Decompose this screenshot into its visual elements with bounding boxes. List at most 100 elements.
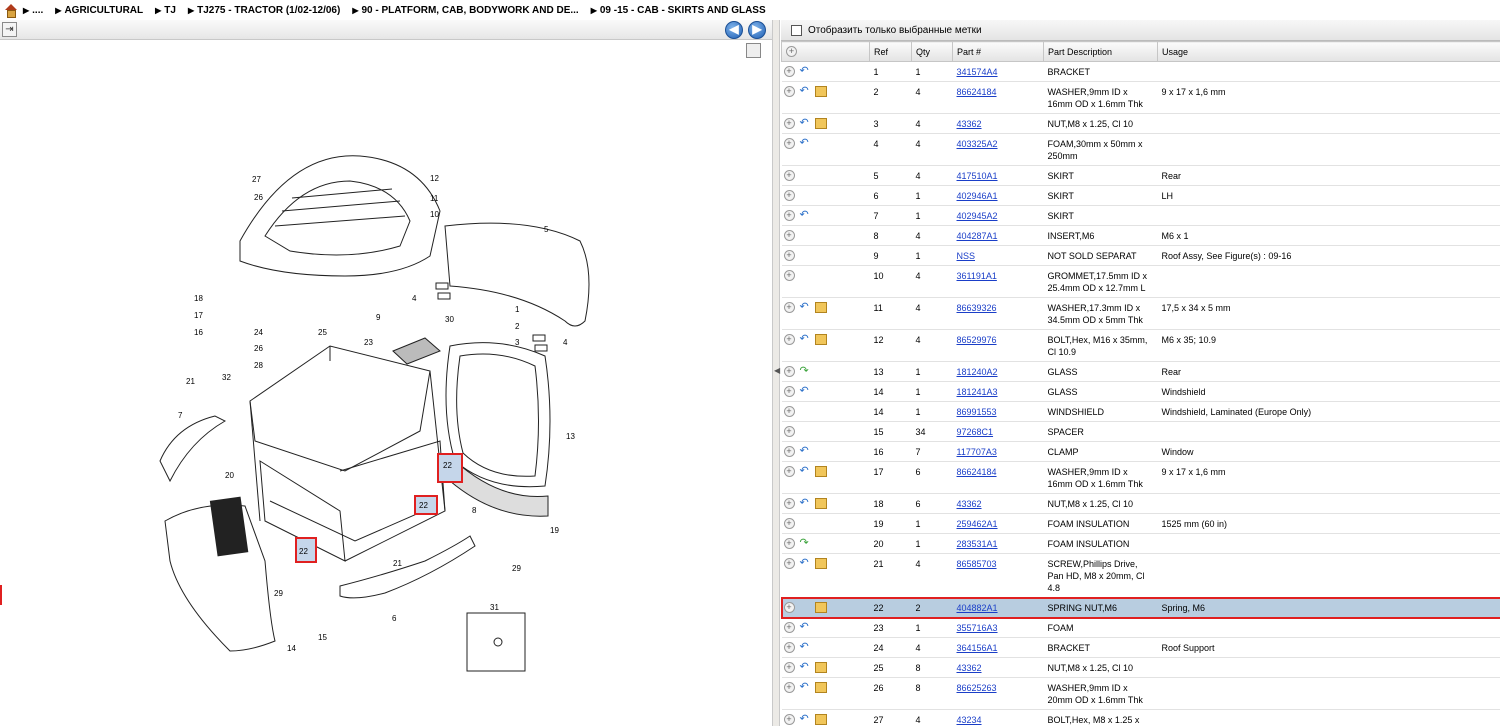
callout-label[interactable]: 7 bbox=[178, 411, 183, 420]
table-row[interactable]: +↶44403325A2FOAM,30mm x 50mm x 250mm bbox=[782, 134, 1500, 166]
callout-label[interactable]: 5 bbox=[544, 225, 549, 234]
part-number-link[interactable]: 181241A3 bbox=[957, 387, 998, 397]
table-row[interactable]: +↶2486624184WASHER,9mm ID x 16mm OD x 1.… bbox=[782, 82, 1500, 114]
breadcrumb-item[interactable]: ▶09 -15 - CAB - SKIRTS AND GLASS bbox=[591, 5, 766, 16]
column-header-part[interactable]: Part # bbox=[953, 42, 1044, 62]
table-row[interactable]: +↶11486639326WASHER,17.3mm ID x 34.5mm O… bbox=[782, 298, 1500, 330]
part-number-link[interactable]: 86585703 bbox=[957, 559, 997, 569]
header-icons[interactable]: + bbox=[782, 42, 870, 62]
breadcrumb-item[interactable]: ▶TJ275 - TRACTOR (1/02-12/06) bbox=[188, 5, 340, 16]
supersede-arrow-icon[interactable]: ↷ bbox=[800, 366, 812, 377]
part-number-link[interactable]: 86529976 bbox=[957, 335, 997, 345]
back-button[interactable]: ◀ bbox=[725, 21, 743, 39]
expand-row-icon[interactable]: + bbox=[784, 498, 795, 509]
table-row[interactable]: +↶18643362NUT,M8 x 1.25, Cl 10 bbox=[782, 494, 1500, 514]
part-number-link[interactable]: 117707A3 bbox=[957, 447, 997, 457]
package-icon[interactable] bbox=[815, 662, 827, 673]
table-row[interactable]: +↶231355716A3FOAM bbox=[782, 618, 1500, 638]
callout-label[interactable]: 3 bbox=[515, 338, 520, 347]
table-row[interactable]: +104361191A1GROMMET,17.5mm ID x 25.4mm O… bbox=[782, 266, 1500, 298]
replace-arrow-icon[interactable]: ↶ bbox=[800, 642, 812, 653]
part-number-link[interactable]: 283531A1 bbox=[957, 539, 998, 549]
callout-label[interactable]: 29 bbox=[512, 564, 521, 573]
replace-arrow-icon[interactable]: ↶ bbox=[800, 498, 812, 509]
column-header-description[interactable]: Part Description bbox=[1044, 42, 1158, 62]
part-number-link[interactable]: 181240A2 bbox=[957, 367, 998, 377]
package-icon[interactable] bbox=[815, 466, 827, 477]
replace-arrow-icon[interactable]: ↶ bbox=[800, 446, 812, 457]
table-row[interactable]: +54417510A1SKIRTRear bbox=[782, 166, 1500, 186]
package-icon[interactable] bbox=[815, 682, 827, 693]
expand-row-icon[interactable]: + bbox=[784, 642, 795, 653]
callout-label[interactable]: 25 bbox=[318, 328, 327, 337]
expand-row-icon[interactable]: + bbox=[784, 662, 795, 673]
callout-label[interactable]: 9 bbox=[376, 313, 381, 322]
table-row[interactable]: +222404882A1SPRING NUT,M6Spring, M6 bbox=[782, 598, 1500, 618]
part-number-link[interactable]: 86624184 bbox=[957, 87, 997, 97]
replace-arrow-icon[interactable]: ↶ bbox=[800, 466, 812, 477]
callout-label[interactable]: 20 bbox=[225, 471, 234, 480]
part-number-link[interactable]: 43362 bbox=[957, 663, 982, 673]
table-row[interactable]: +153497268C1SPACER bbox=[782, 422, 1500, 442]
expand-row-icon[interactable]: + bbox=[784, 602, 795, 613]
package-icon[interactable] bbox=[815, 558, 827, 569]
expand-row-icon[interactable]: + bbox=[784, 302, 795, 313]
part-number-link[interactable]: 86639326 bbox=[957, 303, 997, 313]
table-row[interactable]: +61402946A1SKIRTLH bbox=[782, 186, 1500, 206]
callout-label[interactable]: 23 bbox=[364, 338, 373, 347]
replace-arrow-icon[interactable]: ↶ bbox=[800, 662, 812, 673]
callout-label[interactable]: 30 bbox=[445, 315, 454, 324]
expand-row-icon[interactable]: + bbox=[784, 138, 795, 149]
table-row[interactable]: +↶244364156A1BRACKETRoof Support bbox=[782, 638, 1500, 658]
replace-arrow-icon[interactable]: ↶ bbox=[800, 334, 812, 345]
expand-all-icon[interactable]: + bbox=[786, 46, 797, 57]
callout-label[interactable]: 15 bbox=[318, 633, 327, 642]
callout-label[interactable]: 29 bbox=[274, 589, 283, 598]
column-header-qty[interactable]: Qty bbox=[912, 42, 953, 62]
expand-row-icon[interactable]: + bbox=[784, 386, 795, 397]
breadcrumb-item[interactable]: ▶90 - PLATFORM, CAB, BODYWORK AND DE... bbox=[352, 5, 578, 16]
callout-label[interactable]: 21 bbox=[393, 559, 402, 568]
expand-row-icon[interactable]: + bbox=[784, 66, 795, 77]
part-number-link[interactable]: 403325A2 bbox=[957, 139, 998, 149]
table-row[interactable]: +↶3443362NUT,M8 x 1.25, Cl 10 bbox=[782, 114, 1500, 134]
package-icon[interactable] bbox=[815, 86, 827, 97]
replace-arrow-icon[interactable]: ↶ bbox=[800, 714, 812, 725]
replace-arrow-icon[interactable]: ↶ bbox=[800, 86, 812, 97]
expand-row-icon[interactable]: + bbox=[784, 270, 795, 281]
table-row[interactable]: +↶27443234BOLT,Hex, M8 x 1.25 x 25mm, Cl… bbox=[782, 710, 1500, 727]
replace-arrow-icon[interactable]: ↶ bbox=[800, 118, 812, 129]
scroll-corner[interactable] bbox=[746, 43, 761, 58]
expand-row-icon[interactable]: + bbox=[784, 558, 795, 569]
table-row[interactable]: +↶141181241A3GLASSWindshield bbox=[782, 382, 1500, 402]
expand-row-icon[interactable]: + bbox=[784, 426, 795, 437]
expand-row-icon[interactable]: + bbox=[784, 714, 795, 725]
part-number-link[interactable]: 86991553 bbox=[957, 407, 997, 417]
callout-label[interactable]: 32 bbox=[222, 373, 231, 382]
callout-label[interactable]: 18 bbox=[194, 294, 203, 303]
collapse-left-icon[interactable]: ◀ bbox=[774, 366, 780, 380]
table-row[interactable]: +191259462A1FOAM INSULATION1525 mm (60 i… bbox=[782, 514, 1500, 534]
breadcrumb-item[interactable]: ▶TJ bbox=[155, 5, 176, 16]
callout-label[interactable]: 13 bbox=[566, 432, 575, 441]
part-number-link[interactable]: 86624184 bbox=[957, 467, 997, 477]
expand-row-icon[interactable]: + bbox=[784, 538, 795, 549]
expand-row-icon[interactable]: + bbox=[784, 406, 795, 417]
breadcrumb-item[interactable]: ▶AGRICULTURAL bbox=[55, 5, 143, 16]
column-header-ref[interactable]: Ref bbox=[870, 42, 912, 62]
table-row[interactable]: +91NSSNOT SOLD SEPARATRoof Assy, See Fig… bbox=[782, 246, 1500, 266]
callout-label[interactable]: 31 bbox=[490, 603, 499, 612]
callout-label[interactable]: 10 bbox=[430, 210, 439, 219]
expand-row-icon[interactable]: + bbox=[784, 118, 795, 129]
replace-arrow-icon[interactable]: ↶ bbox=[800, 138, 812, 149]
expand-row-icon[interactable]: + bbox=[784, 230, 795, 241]
table-row[interactable]: +↶25843362NUT,M8 x 1.25, Cl 10 bbox=[782, 658, 1500, 678]
callout-label[interactable]: 14 bbox=[287, 644, 296, 653]
table-row[interactable]: +↶11341574A4BRACKET bbox=[782, 62, 1500, 82]
table-row[interactable]: +↶26886625263WASHER,9mm ID x 20mm OD x 1… bbox=[782, 678, 1500, 710]
table-row[interactable]: +↶71402945A2SKIRT bbox=[782, 206, 1500, 226]
parts-diagram[interactable]: 27 26 12 11 10 5 18 17 16 32 24 26 28 25… bbox=[0, 41, 772, 726]
expand-row-icon[interactable]: + bbox=[784, 518, 795, 529]
callout-label[interactable]: 17 bbox=[194, 311, 203, 320]
table-row[interactable]: +14186991553WINDSHIELDWindshield, Lamina… bbox=[782, 402, 1500, 422]
